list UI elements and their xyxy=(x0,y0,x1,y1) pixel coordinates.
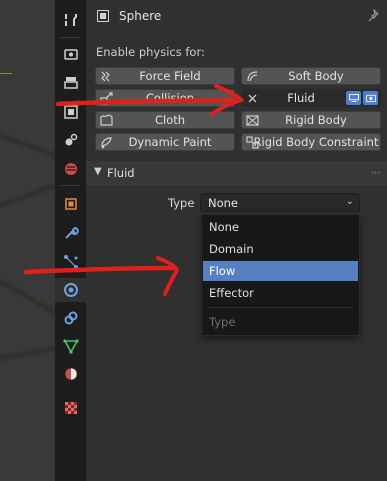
menu-item-label: None xyxy=(209,220,240,234)
cloth-label: Cloth xyxy=(154,113,186,127)
rigid-body-constraint-label: Rigid Body Constraint xyxy=(253,135,379,149)
output-tab-icon[interactable] xyxy=(55,71,86,95)
menu-item-domain[interactable]: Domain xyxy=(203,239,358,259)
rigid-body-constraint-icon xyxy=(246,136,259,149)
render-camera-icon[interactable] xyxy=(363,91,378,105)
3d-viewport[interactable] xyxy=(0,0,55,481)
properties-panel: Sphere Enable physics for: Force Field S… xyxy=(86,0,387,481)
constraints-tab-icon[interactable] xyxy=(55,306,86,330)
rigid-body-label: Rigid Body xyxy=(285,113,347,127)
modifier-tab-icon[interactable] xyxy=(55,221,86,245)
view-layer-tab-icon[interactable] xyxy=(55,100,86,124)
close-x-icon[interactable] xyxy=(246,92,259,105)
fluid-section-title: Fluid xyxy=(107,166,135,180)
chevron-down-icon[interactable]: ▼ xyxy=(94,166,102,177)
pin-icon[interactable] xyxy=(366,9,379,22)
chevron-down-icon: ⌄ xyxy=(345,196,354,207)
object-tab-icon[interactable] xyxy=(55,192,86,216)
cloth-button[interactable]: Cloth xyxy=(95,111,235,129)
collision-button[interactable]: Collision xyxy=(95,89,235,107)
render-tab-icon[interactable] xyxy=(55,42,86,66)
rigid-body-icon xyxy=(246,115,259,126)
dynamic-paint-icon xyxy=(101,137,112,149)
cloth-icon xyxy=(100,114,113,126)
menu-item-label: Effector xyxy=(209,286,254,300)
force-field-label: Force Field xyxy=(139,69,201,83)
material-tab-icon[interactable] xyxy=(55,362,86,386)
collision-icon xyxy=(100,92,113,105)
soft-body-label: Soft Body xyxy=(288,69,344,83)
dynamic-paint-button[interactable]: Dynamic Paint xyxy=(95,133,235,151)
y-axis-line xyxy=(0,73,12,74)
type-dropdown-value: None xyxy=(208,196,239,210)
force-field-button[interactable]: Force Field xyxy=(95,67,235,85)
collision-label: Collision xyxy=(145,91,195,105)
type-label: Type xyxy=(168,196,195,210)
fluid-section-header[interactable]: ▼ Fluid xyxy=(86,161,387,185)
type-dropdown-menu: None Domain Flow Effector Type xyxy=(201,214,360,336)
fluid-button[interactable]: Fluid xyxy=(241,89,381,107)
rigid-body-constraint-button[interactable]: Rigid Body Constraint xyxy=(241,133,381,151)
menu-item-none[interactable]: None xyxy=(203,217,358,237)
world-tab-icon[interactable] xyxy=(55,157,86,181)
menu-item-label: Flow xyxy=(209,264,236,278)
object-name: Sphere xyxy=(119,9,162,23)
dynamic-paint-label: Dynamic Paint xyxy=(128,135,212,149)
particles-tab-icon[interactable] xyxy=(55,250,86,274)
menu-divider xyxy=(208,307,353,308)
menu-footer-label: Type xyxy=(209,315,236,329)
menu-item-effector[interactable]: Effector xyxy=(203,283,358,303)
menu-item-label: Domain xyxy=(209,242,254,256)
object-icon xyxy=(97,10,109,22)
force-field-icon xyxy=(101,71,110,82)
data-tab-icon[interactable] xyxy=(55,334,86,358)
type-dropdown[interactable]: None ⌄ xyxy=(200,193,360,212)
tool-tab-icon[interactable] xyxy=(55,8,86,32)
physics-tab-icon[interactable] xyxy=(55,278,86,302)
scene-tab-icon[interactable] xyxy=(55,128,86,152)
display-viewport-icon[interactable] xyxy=(346,91,361,105)
enable-physics-label: Enable physics for: xyxy=(96,45,205,59)
texture-tab-icon[interactable] xyxy=(55,396,86,420)
properties-tab-bar xyxy=(55,0,86,481)
drag-grip-icon[interactable] xyxy=(371,171,381,175)
menu-item-flow[interactable]: Flow xyxy=(203,261,358,281)
panel-header: Sphere xyxy=(86,0,387,32)
soft-body-button[interactable]: Soft Body xyxy=(241,67,381,85)
soft-body-icon xyxy=(247,71,258,82)
rigid-body-button[interactable]: Rigid Body xyxy=(241,111,381,129)
